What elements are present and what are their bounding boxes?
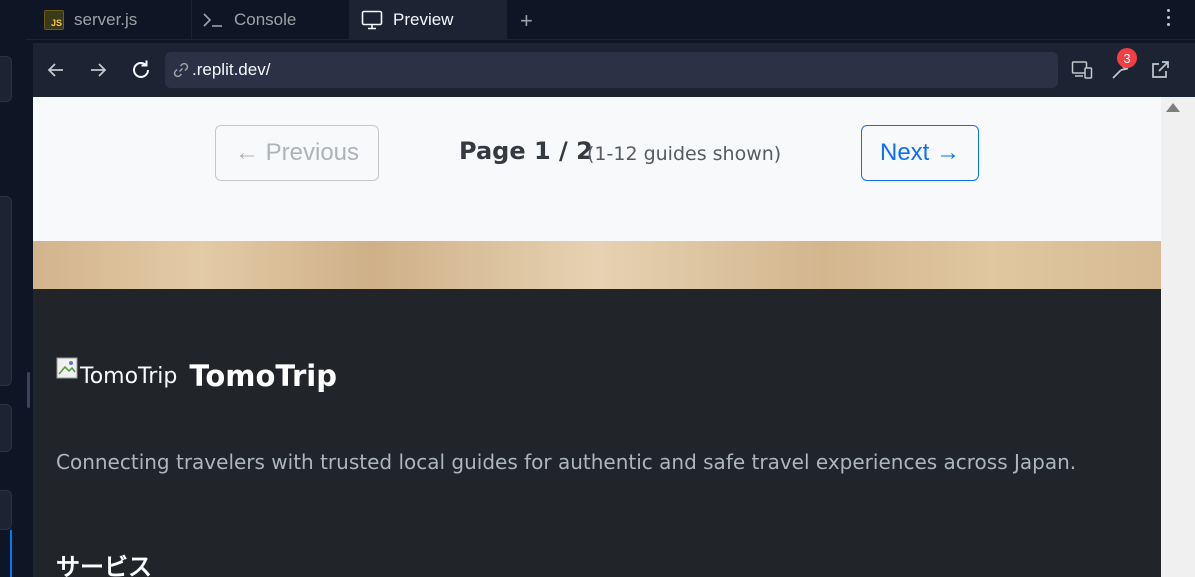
preview-viewport: ← Previous Page 1 / 2 (1-12 guides shown… xyxy=(33,97,1161,577)
sidebar-panel[interactable] xyxy=(0,196,12,386)
vertical-scrollbar[interactable] xyxy=(1161,97,1195,577)
forward-button[interactable] xyxy=(85,57,111,83)
link-icon xyxy=(172,61,190,79)
preview-toolbar: .replit.dev/ 3 xyxy=(33,43,1195,97)
arrow-right-icon xyxy=(91,63,107,77)
footer-brand[interactable]: TomoTrip TomoTrip xyxy=(56,357,337,393)
pagination-section: ← Previous Page 1 / 2 (1-12 guides shown… xyxy=(33,97,1161,241)
logo-image: TomoTrip xyxy=(56,357,178,389)
pane-resize-handle[interactable] xyxy=(27,372,30,408)
logo-alt-text: TomoTrip xyxy=(80,363,178,389)
sidebar-panel[interactable] xyxy=(0,490,12,530)
reload-icon xyxy=(133,60,149,78)
back-button[interactable] xyxy=(43,57,69,83)
external-link-icon xyxy=(1152,61,1169,78)
more-options-icon[interactable] xyxy=(1167,9,1171,26)
devices-icon xyxy=(1071,61,1093,79)
previous-page-button[interactable]: ← Previous xyxy=(215,125,379,181)
reload-button[interactable] xyxy=(128,57,154,83)
tab-label: server.js xyxy=(74,10,138,29)
page-indicator: Page 1 / 2 xyxy=(459,137,593,165)
tab-server-js[interactable]: JS server.js xyxy=(44,0,192,40)
url-bar[interactable]: .replit.dev/ xyxy=(165,52,1058,88)
left-sidebar-strip xyxy=(0,0,26,577)
sidebar-focus-edge xyxy=(0,530,12,577)
sidebar-panel[interactable] xyxy=(0,404,12,452)
broken-image-icon xyxy=(56,357,78,379)
js-file-icon: JS xyxy=(44,10,64,30)
device-toggle-button[interactable] xyxy=(1069,57,1095,83)
devtools-badge: 3 xyxy=(1117,48,1137,68)
sidebar-panel[interactable] xyxy=(0,56,12,102)
services-heading: サービス xyxy=(56,553,152,577)
footer-tagline: Connecting travelers with trusted local … xyxy=(56,450,1077,474)
guides-shown-count: (1-12 guides shown) xyxy=(587,143,782,165)
site-footer: TomoTrip TomoTrip Connecting travelers w… xyxy=(33,289,1161,577)
monitor-icon xyxy=(361,10,383,30)
terminal-icon xyxy=(202,11,224,29)
open-new-tab-button[interactable] xyxy=(1147,57,1173,83)
url-text: .replit.dev/ xyxy=(192,60,271,79)
tab-label: Console xyxy=(234,10,297,29)
tab-console[interactable]: Console xyxy=(192,0,350,40)
tab-label: Preview xyxy=(393,10,454,29)
next-page-button[interactable]: Next → xyxy=(861,125,979,181)
background-image-strip xyxy=(33,241,1161,289)
new-tab-button[interactable]: + xyxy=(520,8,533,34)
tab-bar: JS server.js Console Preview + xyxy=(26,0,1195,40)
scroll-up-arrow-icon[interactable] xyxy=(1166,103,1180,112)
brand-name: TomoTrip xyxy=(189,359,337,393)
tab-preview[interactable]: Preview xyxy=(350,0,507,40)
arrow-left-icon xyxy=(47,63,63,77)
